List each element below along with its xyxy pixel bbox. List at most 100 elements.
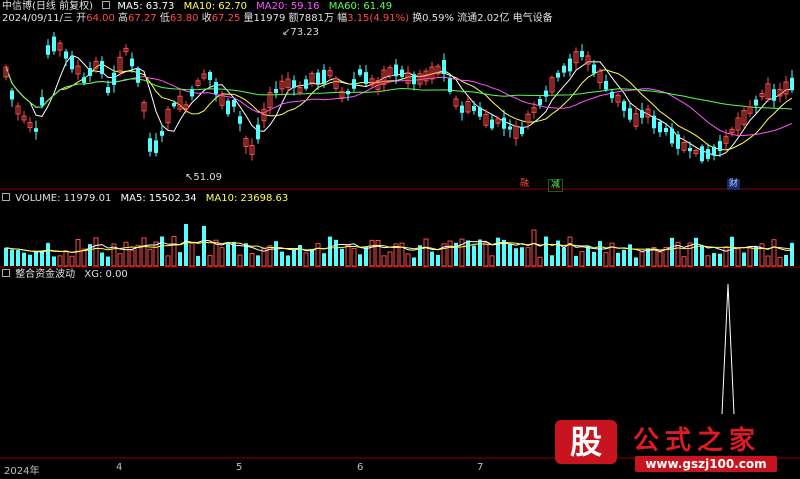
candle-body (46, 45, 50, 55)
volume-bar (141, 237, 147, 267)
volume-bar (75, 239, 81, 267)
volume-bar (496, 237, 500, 266)
volume-bar (412, 257, 416, 266)
volume-bar (345, 244, 351, 267)
volume-bar (603, 252, 609, 267)
watermark-logo: 股 (555, 420, 617, 464)
candle-body (10, 90, 14, 100)
volume-bar (472, 245, 476, 266)
volume-bar (46, 242, 50, 266)
low-mark-value: 51.09 (193, 172, 223, 183)
volume-bar (28, 254, 32, 266)
ma20-label: MA20: 59.16 (256, 1, 320, 12)
indicator-xg-label: XG: 0.00 (84, 269, 128, 280)
candle-body (172, 102, 176, 107)
candle-body (238, 116, 242, 124)
open-value: 64.00 (86, 13, 115, 24)
candle-body (214, 82, 218, 94)
candle-body (100, 60, 104, 75)
volume-bar (202, 226, 206, 266)
candle-body (772, 89, 776, 101)
high-price-marker: ↙73.23 (282, 27, 319, 39)
candle-body (502, 117, 506, 129)
candle-body (790, 77, 794, 91)
volume-bar (712, 253, 716, 266)
settings-icon[interactable] (2, 269, 10, 277)
volume-bar (280, 251, 284, 266)
volume-bar (147, 248, 153, 267)
ma-line (5, 63, 793, 151)
volume-bar (207, 254, 213, 267)
indicator-name[interactable]: 整合资金波动 (15, 269, 75, 280)
low-label: 低 (159, 13, 170, 24)
volume-bar (483, 242, 489, 267)
volume-bar (160, 236, 164, 266)
volume-bar (106, 256, 110, 266)
stock-name[interactable]: 中信博 (2, 1, 32, 12)
volume-label: VOLUME: 11979.01 (15, 193, 112, 204)
candle-body (346, 90, 350, 95)
event-tag-margin[interactable]: 融 (518, 179, 531, 190)
stock-chart[interactable] (0, 0, 800, 476)
volume-bar (550, 255, 554, 266)
candle-body (544, 90, 548, 97)
candle-body (628, 108, 632, 120)
volume-bar (784, 254, 788, 266)
candle-body (106, 87, 110, 93)
candle-body (718, 141, 722, 151)
settings-icon[interactable] (102, 1, 111, 9)
volume-bar (387, 251, 393, 267)
x-axis-month-label: 6 (357, 462, 364, 473)
volume-bar (52, 256, 56, 266)
volume-bar (520, 247, 524, 266)
volume-bar (10, 249, 14, 266)
volume-bar (586, 246, 590, 266)
candle-body (478, 107, 482, 117)
volume-bar (567, 236, 573, 267)
volume-bar (184, 224, 188, 266)
change-value: 3.15(4.91%) (347, 13, 409, 24)
candle-body (622, 101, 626, 111)
candle-body (562, 65, 566, 73)
volume-bar (16, 250, 20, 266)
watermark-url: www.gszj100.com (635, 456, 777, 472)
volume-bar (93, 237, 99, 267)
candle-body (580, 50, 584, 58)
volume-bar (303, 252, 309, 267)
event-tag-finance[interactable]: 财 (727, 179, 741, 190)
candle-body (154, 140, 158, 153)
volume-ma10-label: MA10: 23698.63 (205, 193, 289, 204)
indicator-panel-header: 整合资金波动 XG: 0.00 (2, 269, 134, 281)
candle-body (88, 68, 92, 76)
candle-body (256, 124, 260, 140)
candle-body (352, 79, 356, 89)
candle-body (112, 72, 116, 85)
volume-bar (681, 256, 687, 267)
candle-body (754, 99, 758, 106)
candle-body (52, 36, 56, 52)
settings-icon[interactable] (2, 193, 10, 201)
volume-bar (735, 248, 741, 267)
candle-body (604, 81, 608, 90)
volume-bar (81, 248, 87, 267)
volume-bar (562, 247, 566, 266)
volume-bar (22, 252, 26, 266)
volume-bar (249, 253, 255, 267)
volume-bar (544, 236, 548, 266)
watermark: 股 公式之家 www.gszj100.com (555, 418, 800, 476)
candle-body (508, 126, 512, 130)
period-label[interactable]: (日线 前复权) (32, 1, 93, 12)
volume-bar (57, 255, 63, 267)
x-axis-month-label: 7 (477, 462, 484, 473)
volume-bar (598, 241, 602, 266)
volume-bar (292, 249, 296, 266)
candle-body (64, 51, 68, 59)
volume-bar (34, 251, 38, 266)
volume-bar (189, 242, 195, 267)
candle-body (304, 79, 308, 89)
volume-ma5-label: MA5: 15502.34 (120, 193, 197, 204)
candle-body (670, 128, 674, 144)
event-tag-reduce[interactable]: 减 (548, 179, 564, 192)
header-bar: 中信博(日线 前复权) MA5: 63.73 MA10: 62.70 MA20:… (2, 1, 392, 13)
volume-bar (117, 253, 123, 267)
